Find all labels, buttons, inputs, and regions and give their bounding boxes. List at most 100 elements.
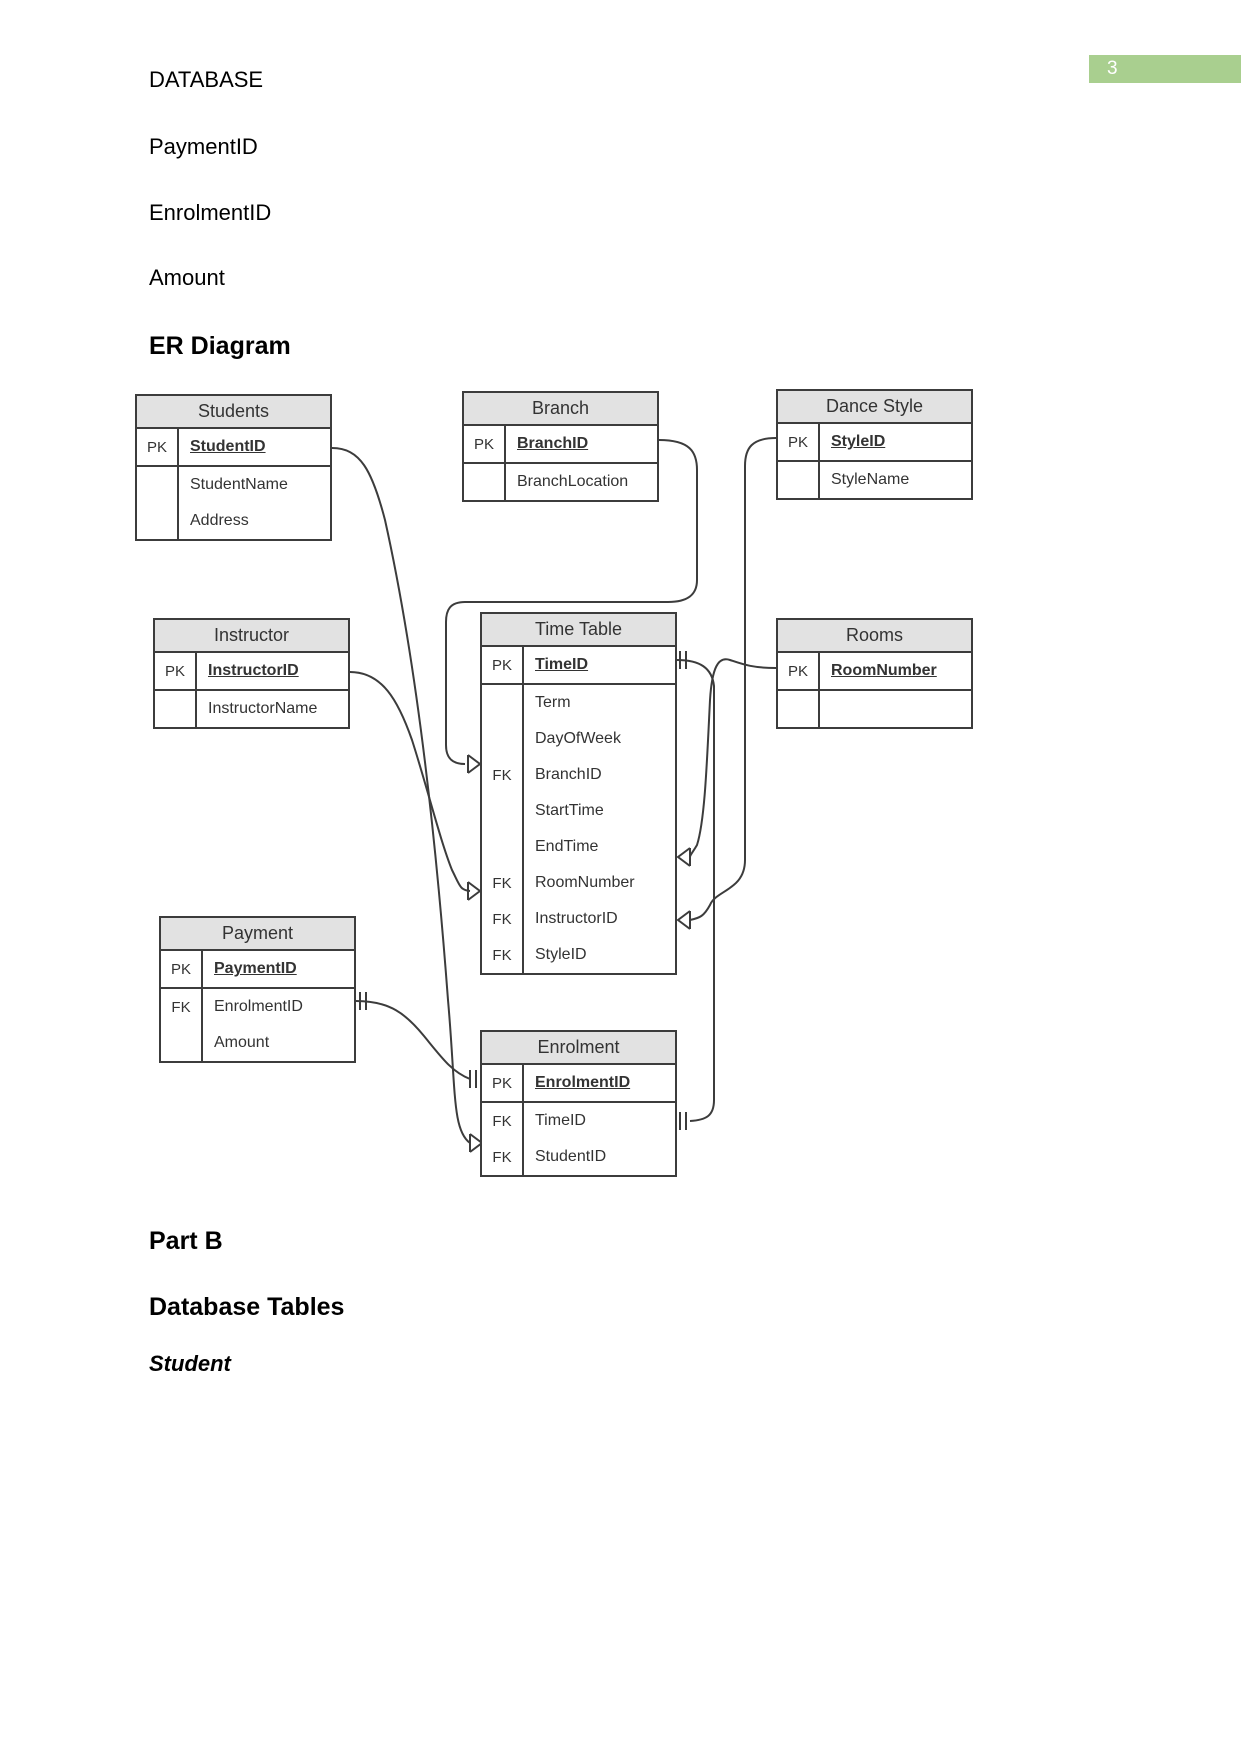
- er-key-label: [137, 503, 177, 539]
- er-attribute-row: FK TimeID: [482, 1103, 675, 1139]
- er-key-label: FK: [492, 910, 512, 928]
- er-attribute-row: PK TimeID: [482, 647, 675, 683]
- er-attribute-group: PK StudentID: [137, 429, 330, 467]
- er-attribute-group: PK RoomNumber: [778, 653, 971, 691]
- er-attribute-name: StudentID: [522, 1139, 675, 1175]
- er-attribute-row: PK BranchID: [464, 426, 657, 462]
- er-key-label: [482, 685, 522, 721]
- er-key-label: PK: [787, 662, 808, 680]
- er-attribute-row: Term: [482, 685, 675, 721]
- er-attribute-name: StudentName: [177, 467, 330, 503]
- er-key-label: PK: [787, 433, 808, 451]
- er-key-label: FK: [492, 874, 512, 892]
- er-key-label: PK: [146, 438, 167, 456]
- er-attribute-group: BranchLocation: [464, 464, 657, 500]
- er-attribute-name: InstructorID: [195, 653, 348, 689]
- er-attribute-name: StyleName: [818, 462, 971, 498]
- er-attribute-name: DayOfWeek: [522, 721, 675, 757]
- er-entity-dance-style: Dance Style PK StyleID StyleName: [776, 389, 973, 500]
- er-key-label: [161, 1025, 201, 1061]
- er-entity-title: Students: [137, 396, 330, 429]
- er-attribute-name: Amount: [201, 1025, 354, 1061]
- er-key-label: PK: [473, 435, 494, 453]
- er-attribute-group: Term DayOfWeek FK BranchID StartTime EndTime F…: [482, 685, 675, 973]
- er-attribute-group: FK EnrolmentID Amount: [161, 989, 354, 1061]
- er-attribute-row: FK BranchID: [482, 757, 675, 793]
- er-attribute-name: [818, 691, 971, 727]
- er-attribute-name: TimeID: [522, 1103, 675, 1139]
- er-attribute-group: [778, 691, 971, 727]
- er-attribute-name: Term: [522, 685, 675, 721]
- er-attribute-name: EnrolmentID: [201, 989, 354, 1025]
- er-key-label: PK: [491, 656, 512, 674]
- er-entity-title: Rooms: [778, 620, 971, 653]
- er-attribute-name: BranchID: [504, 426, 657, 462]
- er-entity-instructor: Instructor PK InstructorID InstructorName: [153, 618, 350, 729]
- er-attribute-group: PK BranchID: [464, 426, 657, 464]
- er-attribute-name: TimeID: [522, 647, 675, 683]
- er-key-label: [778, 691, 818, 727]
- er-attribute-row: Address: [137, 503, 330, 539]
- er-entity-payment: Payment PK PaymentID FK EnrolmentID Amount: [159, 916, 356, 1063]
- er-attribute-row: DayOfWeek: [482, 721, 675, 757]
- er-entity-title: Instructor: [155, 620, 348, 653]
- er-attribute-name: RoomNumber: [818, 653, 971, 689]
- er-entity-title: Branch: [464, 393, 657, 426]
- er-attribute-row: FK StyleID: [482, 937, 675, 973]
- er-attribute-row: EndTime: [482, 829, 675, 865]
- er-key-label: FK: [492, 1148, 512, 1166]
- er-attribute-name: StyleID: [818, 424, 971, 460]
- er-attribute-group: PK EnrolmentID: [482, 1065, 675, 1103]
- er-attribute-name: StyleID: [522, 937, 675, 973]
- er-key-label: [137, 467, 177, 503]
- er-entity-students: Students PK StudentID StudentName Address: [135, 394, 332, 541]
- er-attribute-name: Address: [177, 503, 330, 539]
- er-key-label: [482, 721, 522, 757]
- er-attribute-name: PaymentID: [201, 951, 354, 987]
- er-attribute-group: StyleName: [778, 462, 971, 498]
- er-attribute-row: StudentName: [137, 467, 330, 503]
- er-key-label: FK: [492, 946, 512, 964]
- er-attribute-group: PK InstructorID: [155, 653, 348, 691]
- er-attribute-row: PK PaymentID: [161, 951, 354, 987]
- er-entity-title: Enrolment: [482, 1032, 675, 1065]
- er-attribute-name: InstructorName: [195, 691, 348, 727]
- er-attribute-row: FK RoomNumber: [482, 865, 675, 901]
- er-attribute-row: PK InstructorID: [155, 653, 348, 689]
- er-key-label: FK: [492, 1112, 512, 1130]
- er-key-label: FK: [492, 766, 512, 784]
- er-attribute-name: BranchLocation: [504, 464, 657, 500]
- er-key-label: [155, 691, 195, 727]
- er-attribute-group: PK TimeID: [482, 647, 675, 685]
- er-entity-rooms: Rooms PK RoomNumber: [776, 618, 973, 729]
- er-attribute-row: FK InstructorID: [482, 901, 675, 937]
- er-attribute-group: PK PaymentID: [161, 951, 354, 989]
- er-attribute-name: BranchID: [522, 757, 675, 793]
- er-key-label: [482, 829, 522, 865]
- er-key-label: [464, 464, 504, 500]
- er-attribute-group: PK StyleID: [778, 424, 971, 462]
- er-attribute-group: InstructorName: [155, 691, 348, 727]
- er-key-label: [778, 462, 818, 498]
- er-attribute-row: FK EnrolmentID: [161, 989, 354, 1025]
- er-attribute-name: InstructorID: [522, 901, 675, 937]
- er-attribute-row: StartTime: [482, 793, 675, 829]
- er-attribute-row: PK EnrolmentID: [482, 1065, 675, 1101]
- er-key-label: [482, 793, 522, 829]
- er-attribute-row: StyleName: [778, 462, 971, 498]
- er-attribute-row: Amount: [161, 1025, 354, 1061]
- er-entity-title: Payment: [161, 918, 354, 951]
- er-attribute-name: EndTime: [522, 829, 675, 865]
- er-attribute-group: FK TimeID FK StudentID: [482, 1103, 675, 1175]
- er-attribute-name: RoomNumber: [522, 865, 675, 901]
- er-entity-branch: Branch PK BranchID BranchLocation: [462, 391, 659, 502]
- er-key-label: PK: [170, 960, 191, 978]
- er-attribute-name: StartTime: [522, 793, 675, 829]
- er-entity-title: Time Table: [482, 614, 675, 647]
- er-attribute-row: InstructorName: [155, 691, 348, 727]
- er-attribute-group: StudentName Address: [137, 467, 330, 539]
- er-entity-title: Dance Style: [778, 391, 971, 424]
- er-key-label: PK: [491, 1074, 512, 1092]
- er-attribute-row: FK StudentID: [482, 1139, 675, 1175]
- er-attribute-row: BranchLocation: [464, 464, 657, 500]
